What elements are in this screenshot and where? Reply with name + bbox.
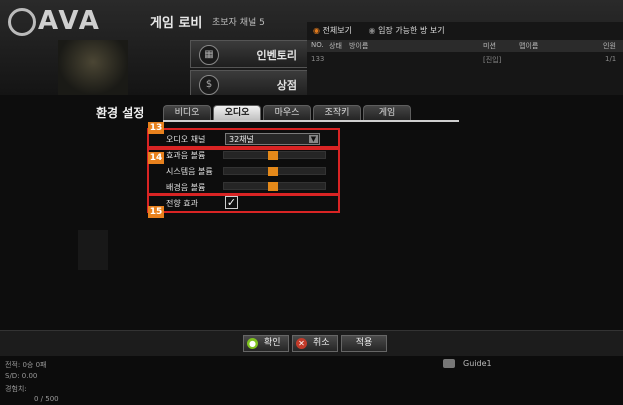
audio-channel-value: 32채널 xyxy=(229,135,254,144)
tab-underline xyxy=(163,120,459,122)
close-icon: ✕ xyxy=(296,338,307,349)
callout-15: 15 xyxy=(148,206,164,218)
tab-all-rooms[interactable]: ◉ 전체보기 xyxy=(313,25,352,36)
exp-label: 경험치: xyxy=(5,385,27,393)
tab-mouse[interactable]: 마우스 xyxy=(263,105,311,121)
confirm-button[interactable]: ● 확인 xyxy=(243,335,289,352)
sd-stat: S/D: 0.00 xyxy=(5,372,38,380)
logo-ring-icon xyxy=(8,8,36,36)
tab-game[interactable]: 게임 xyxy=(363,105,411,121)
chevron-down-icon[interactable]: ▼ xyxy=(309,135,318,143)
room-count: 1/1 xyxy=(605,55,617,63)
settings-title: 환경 설정 xyxy=(96,106,145,120)
col-room-name: 방이름 xyxy=(349,42,369,50)
tab-audio[interactable]: 오디오 xyxy=(213,105,261,121)
col-players: 인원 xyxy=(603,42,616,50)
cancel-label: 취소 xyxy=(313,338,330,348)
chat-icon xyxy=(443,359,455,368)
audio-channel-label: 오디오 채널 xyxy=(166,135,206,144)
top-toolbar xyxy=(360,0,623,8)
table-row[interactable]: 133 [진입] 1/1 xyxy=(307,54,623,66)
system-volume-thumb[interactable] xyxy=(268,167,278,176)
callout-13: 13 xyxy=(148,122,164,134)
tab-controls[interactable]: 조작키 xyxy=(313,105,361,121)
stereo-effect-checkbox[interactable]: ✓ xyxy=(225,196,238,209)
room-mission: [진입] xyxy=(483,56,502,64)
effects-volume-label: 효과음 볼륨 xyxy=(166,151,206,160)
bgm-volume-label: 배경음 볼륨 xyxy=(166,183,206,192)
soldier-avatar xyxy=(58,40,128,95)
system-volume-label: 시스템음 볼륨 xyxy=(166,167,213,176)
inventory-icon: ▦ xyxy=(199,45,219,65)
col-mission: 미션 xyxy=(483,42,496,50)
stereo-effect-label: 전향 효과 xyxy=(166,199,198,208)
inventory-label: 인벤토리 xyxy=(256,49,297,62)
shop-label: 상점 xyxy=(276,79,297,92)
apply-label: 적용 xyxy=(355,338,373,348)
confirm-label: 확인 xyxy=(264,338,281,348)
tab-video[interactable]: 비디오 xyxy=(163,105,211,121)
room-filter-tabs: ◉ 전체보기 ◉ 입장 가능한 방 보기 xyxy=(313,25,459,36)
lobby-channel: 초보자 채널 5 xyxy=(212,18,265,28)
col-map: 맵이름 xyxy=(519,42,539,50)
effects-volume-slider[interactable] xyxy=(223,151,326,160)
room-list-header: NO. 상태 방이름 미션 맵이름 인원 xyxy=(307,40,623,52)
audio-channel-dropdown[interactable]: 32채널 ▼ xyxy=(225,133,320,145)
bgm-volume-thumb[interactable] xyxy=(268,182,278,191)
cancel-button[interactable]: ✕ 취소 xyxy=(292,335,338,352)
inventory-button[interactable]: ▦ 인벤토리 xyxy=(190,40,312,68)
lobby-title: 게임 로비 xyxy=(150,16,203,31)
player-status-panel xyxy=(0,356,623,405)
callout-14: 14 xyxy=(148,152,164,164)
tab-joinable-rooms[interactable]: ◉ 입장 가능한 방 보기 xyxy=(369,25,445,36)
faded-character-card xyxy=(78,230,108,270)
col-no: NO. xyxy=(311,41,324,49)
check-icon: ● xyxy=(247,338,258,349)
logo-text: AVA xyxy=(38,6,101,36)
record-stat: 전적: 0승 0패 xyxy=(5,361,47,369)
exp-value: 0 / 500 xyxy=(34,395,59,403)
guide-label: Guide1 xyxy=(463,359,492,368)
shop-button[interactable]: $ 상점 xyxy=(190,70,312,98)
col-status: 상태 xyxy=(329,42,342,50)
ava-logo: AVA xyxy=(8,6,138,36)
room-no: 133 xyxy=(311,55,325,63)
system-volume-slider[interactable] xyxy=(223,167,326,176)
effects-volume-thumb[interactable] xyxy=(268,151,278,160)
apply-button[interactable]: 적용 xyxy=(341,335,387,352)
shop-icon: $ xyxy=(199,75,219,95)
bgm-volume-slider[interactable] xyxy=(223,182,326,191)
